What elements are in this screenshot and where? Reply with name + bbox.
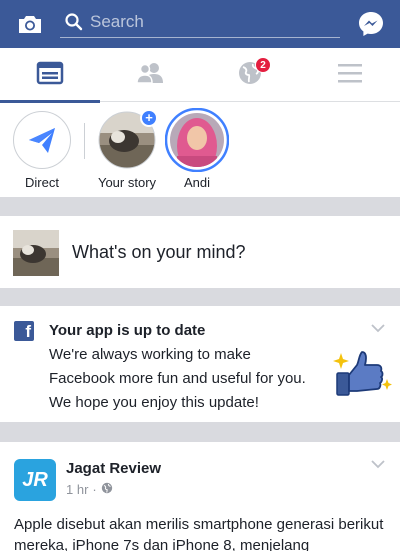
facebook-logo-icon: f [14,321,34,341]
story-direct[interactable]: Direct [7,111,77,190]
tab-news-feed[interactable] [0,48,100,103]
search-bar[interactable] [60,8,340,38]
tab-bar: 2 [0,48,400,103]
send-icon [29,128,55,153]
section-separator [0,288,400,306]
friends-icon [135,61,165,90]
direct-circle [13,111,71,169]
tab-friends[interactable] [100,48,200,102]
story-label: Andi [183,175,211,190]
update-title: Your app is up to date [49,322,206,339]
news-feed-icon [36,61,64,90]
composer-prompt[interactable]: What's on your mind? [72,242,246,263]
andi-avatar [164,107,230,173]
notification-badge: 2 [255,57,271,73]
section-separator [0,197,400,216]
thumbs-up-icon [331,345,395,401]
page-avatar[interactable]: JR [14,459,56,501]
status-composer[interactable]: What's on your mind? [0,216,400,288]
update-line: We're always working to make [49,346,251,363]
tab-notifications[interactable]: 2 [200,48,300,102]
story-andi[interactable]: Andi [162,107,232,190]
chevron-down-icon[interactable] [370,456,386,469]
update-line: Facebook more fun and useful for you. [49,370,306,387]
search-input[interactable] [90,8,330,36]
update-line: We hope you enjoy this update! [49,394,259,411]
stories-tray: Direct + Your story Andi [0,103,400,197]
post-author[interactable]: Jagat Review [66,460,161,477]
post-text: Apple disebut akan merilis smartphone ge… [14,516,384,551]
story-your-story[interactable]: + Your story [92,109,162,190]
story-label: Your story [97,175,157,190]
feed-post: JR Jagat Review 1 hr · Apple disebut aka… [0,442,400,551]
chevron-down-icon[interactable] [370,320,386,333]
public-globe-icon [101,482,113,497]
meta-separator: · [92,482,97,497]
post-time[interactable]: 1 hr [66,482,88,497]
add-story-icon[interactable]: + [140,109,158,127]
stories-divider [84,123,85,159]
post-meta: 1 hr · [66,482,113,497]
top-bar [0,0,400,48]
messenger-icon[interactable] [356,9,386,39]
section-separator [0,422,400,442]
search-icon [64,12,84,32]
tab-menu[interactable] [300,48,400,102]
your-story-avatar: + [98,109,158,169]
camera-icon[interactable] [16,10,44,38]
hamburger-icon [337,62,363,89]
story-label: Direct [25,175,59,190]
user-avatar [13,230,59,276]
